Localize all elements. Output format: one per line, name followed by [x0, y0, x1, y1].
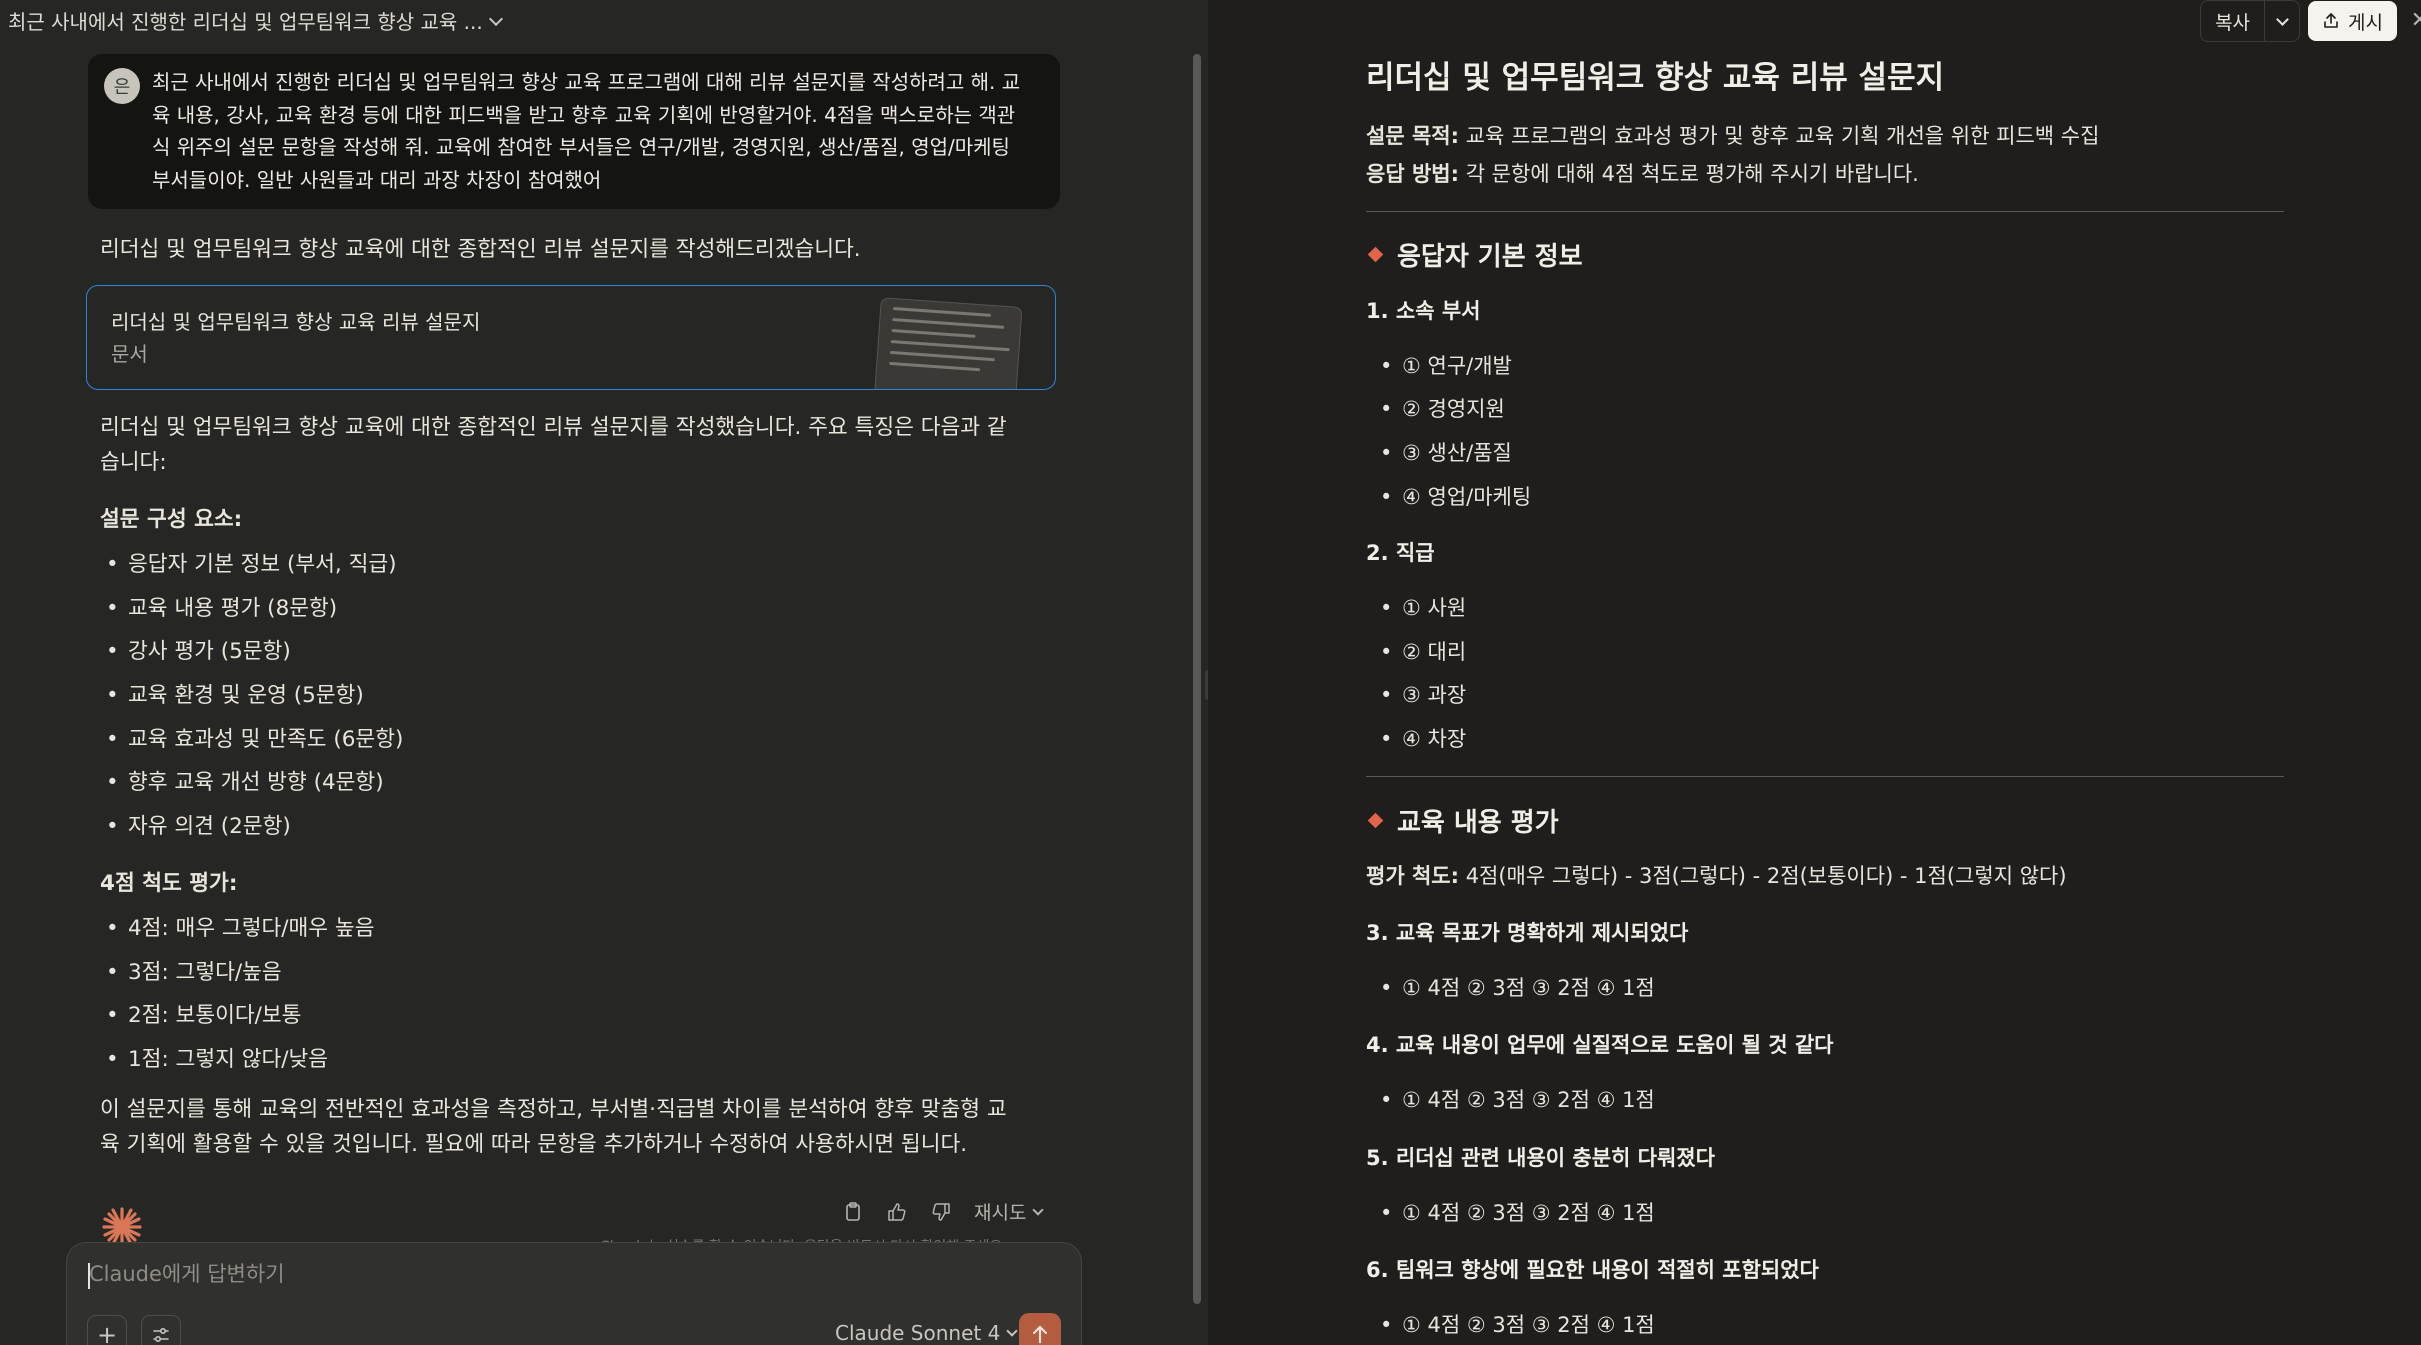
question-label: 2. 직급 — [1366, 541, 1435, 565]
chat-title: 최근 사내에서 진행한 리더십 및 업무팀워크 향상 교육 ... — [8, 10, 483, 34]
option-item: ④ 영업/마케팅 — [1380, 481, 1531, 511]
copy-icon[interactable] — [842, 1201, 864, 1223]
option-item: ① 4점 ② 3점 ③ 2점 ④ 1점 — [1380, 1197, 1655, 1227]
section-heading: 교육 내용 평가 — [1367, 802, 1559, 839]
chevron-down-icon — [488, 11, 503, 26]
copy-button-group: 복사 — [2200, 0, 2301, 42]
question-label: 1. 소속 부서 — [1366, 299, 1481, 323]
assistant-summary: 리더십 및 업무팀워크 향상 교육에 대한 종합적인 리뷰 설문지를 작성했습니… — [100, 415, 1007, 475]
components-heading: 설문 구성 요소: — [100, 507, 243, 532]
copy-options-dropdown[interactable] — [2265, 1, 2299, 41]
assistant-intro: 리더십 및 업무팀워크 향상 교육에 대한 종합적인 리뷰 설문지를 작성해드리… — [100, 237, 861, 262]
section-heading: 응답자 기본 정보 — [1367, 236, 1583, 273]
purpose-line: 설문 목적: 교육 프로그램의 효과성 평가 및 향후 교육 기획 개선을 위한… — [1366, 120, 2099, 150]
diamond-icon — [1367, 246, 1384, 263]
chevron-down-icon — [1006, 1325, 1018, 1337]
list-item: 4점: 매우 그렇다/매우 높음 — [106, 907, 374, 951]
artifact-pane: 복사 게시 ✕ 리더십 및 업무팀워크 향상 교육 리뷰 설문지 설문 목적: … — [1208, 0, 2421, 1345]
chat-scrollbar[interactable] — [1193, 54, 1201, 1304]
retry-label: 재시도 — [974, 1202, 1027, 1224]
copy-button[interactable]: 복사 — [2201, 1, 2266, 41]
user-message: 은 최근 사내에서 진행한 리더십 및 업무팀워크 향상 교육 프로그램에 대해… — [88, 54, 1060, 209]
close-icon[interactable]: ✕ — [2411, 8, 2421, 33]
artifact-type: 문서 — [111, 342, 148, 366]
thumbs-up-icon[interactable] — [886, 1201, 908, 1223]
scale-line: 평가 척도: 4점(매우 그렇다) - 3점(그렇다) - 2점(보통이다) -… — [1366, 860, 2067, 890]
chat-title-dropdown[interactable]: 최근 사내에서 진행한 리더십 및 업무팀워크 향상 교육 ... — [8, 6, 503, 35]
option-item: ④ 차장 — [1380, 723, 1466, 753]
user-avatar: 은 — [104, 68, 140, 104]
message-actions: 재시도 — [842, 1198, 1045, 1225]
publish-button[interactable]: 게시 — [2308, 1, 2397, 41]
components-list: 응답자 기본 정보 (부서, 직급) 교육 내용 평가 (8문항) 강사 평가 … — [106, 543, 403, 849]
option-item: ① 4점 ② 3점 ③ 2점 ④ 1점 — [1380, 1309, 1655, 1339]
assistant-closing: 이 설문지를 통해 교육의 전반적인 효과성을 측정하고, 부서별·직급별 차이… — [100, 1097, 1007, 1157]
diamond-icon — [1367, 812, 1384, 829]
reply-input[interactable] — [87, 1261, 991, 1287]
purpose-text: 교육 프로그램의 효과성 평가 및 향후 교육 기획 개선을 위한 피드백 수집 — [1465, 124, 2100, 148]
question-label: 3. 교육 목표가 명확하게 제시되었다 — [1366, 921, 1689, 945]
question-label: 5. 리더십 관련 내용이 충분히 다뤄졌다 — [1366, 1146, 1715, 1170]
list-item: 향후 교육 개선 방향 (4문항) — [106, 761, 403, 805]
chat-pane: 최근 사내에서 진행한 리더십 및 업무팀워크 향상 교육 ... 은 최근 사… — [0, 0, 1208, 1345]
option-item: ① 연구/개발 — [1380, 350, 1512, 380]
chevron-down-icon — [2275, 12, 2289, 26]
document-title: 리더십 및 업무팀워크 향상 교육 리뷰 설문지 — [1366, 60, 1945, 96]
purpose-label: 설문 목적: — [1366, 124, 1459, 148]
user-message-text: 최근 사내에서 진행한 리더십 및 업무팀워크 향상 교육 프로그램에 대해 리… — [152, 70, 1021, 192]
text-cursor — [88, 1263, 90, 1289]
artifact-toolbar: 복사 게시 — [2200, 0, 2397, 42]
question-label: 6. 팀워크 향상에 필요한 내용이 적절히 포함되었다 — [1366, 1258, 1819, 1282]
tools-button[interactable] — [141, 1315, 181, 1345]
method-line: 응답 방법: 각 문항에 대해 4점 척도로 평가해 주시기 바랍니다. — [1366, 158, 1919, 188]
plus-icon: + — [96, 1321, 118, 1345]
scale-heading: 4점 척도 평가: — [100, 871, 238, 896]
scale-label: 평가 척도: — [1366, 864, 1459, 888]
scale-list: 4점: 매우 그렇다/매우 높음 3점: 그렇다/높음 2점: 보통이다/보통 … — [106, 907, 374, 1082]
publish-label: 게시 — [2348, 11, 2383, 34]
list-item: 1점: 그렇지 않다/낮음 — [106, 1038, 374, 1082]
method-label: 응답 방법: — [1366, 162, 1459, 186]
model-selector[interactable]: Claude Sonnet 4 — [835, 1321, 1018, 1345]
option-item: ② 대리 — [1380, 636, 1466, 666]
divider — [1366, 211, 2284, 212]
list-item: 교육 효과성 및 만족도 (6문항) — [106, 718, 403, 762]
list-item: 2점: 보통이다/보통 — [106, 994, 374, 1038]
list-item: 3점: 그렇다/높음 — [106, 951, 374, 995]
retry-button[interactable]: 재시도 — [974, 1198, 1045, 1225]
option-item: ① 4점 ② 3점 ③ 2점 ④ 1점 — [1380, 972, 1655, 1002]
divider — [1366, 776, 2284, 777]
send-button[interactable] — [1019, 1313, 1061, 1345]
list-item: 자유 의견 (2문항) — [106, 805, 403, 849]
sliders-icon — [153, 1327, 169, 1343]
thumbs-down-icon[interactable] — [930, 1201, 952, 1223]
list-item: 교육 내용 평가 (8문항) — [106, 587, 403, 631]
chevron-down-icon — [1032, 1203, 1045, 1216]
add-attachment-button[interactable]: + — [87, 1315, 127, 1345]
scale-text: 4점(매우 그렇다) - 3점(그렇다) - 2점(보통이다) - 1점(그렇지… — [1465, 864, 2067, 888]
artifact-thumbnail — [873, 297, 1023, 389]
option-item: ② 경영지원 — [1380, 393, 1505, 423]
artifact-title: 리더십 및 업무팀워크 향상 교육 리뷰 설문지 — [111, 310, 481, 334]
share-icon — [2324, 13, 2338, 28]
option-item: ③ 생산/품질 — [1380, 437, 1512, 467]
section-title: 응답자 기본 정보 — [1397, 242, 1583, 272]
artifact-card[interactable]: 리더십 및 업무팀워크 향상 교육 리뷰 설문지 문서 — [86, 285, 1056, 390]
list-item: 교육 환경 및 운영 (5문항) — [106, 674, 403, 718]
method-text: 각 문항에 대해 4점 척도로 평가해 주시기 바랍니다. — [1465, 162, 1919, 186]
arrow-up-icon — [1032, 1325, 1048, 1344]
model-name: Claude Sonnet 4 — [835, 1321, 1001, 1345]
list-item: 강사 평가 (5문항) — [106, 630, 403, 674]
option-item: ③ 과장 — [1380, 679, 1466, 709]
option-item: ① 4점 ② 3점 ③ 2점 ④ 1점 — [1380, 1084, 1655, 1114]
composer: + Claude Sonnet 4 — [66, 1242, 1082, 1345]
option-item: ① 사원 — [1380, 592, 1466, 622]
question-label: 4. 교육 내용이 업무에 실질적으로 도움이 될 것 같다 — [1366, 1033, 1834, 1057]
list-item: 응답자 기본 정보 (부서, 직급) — [106, 543, 403, 587]
section-title: 교육 내용 평가 — [1397, 808, 1559, 838]
